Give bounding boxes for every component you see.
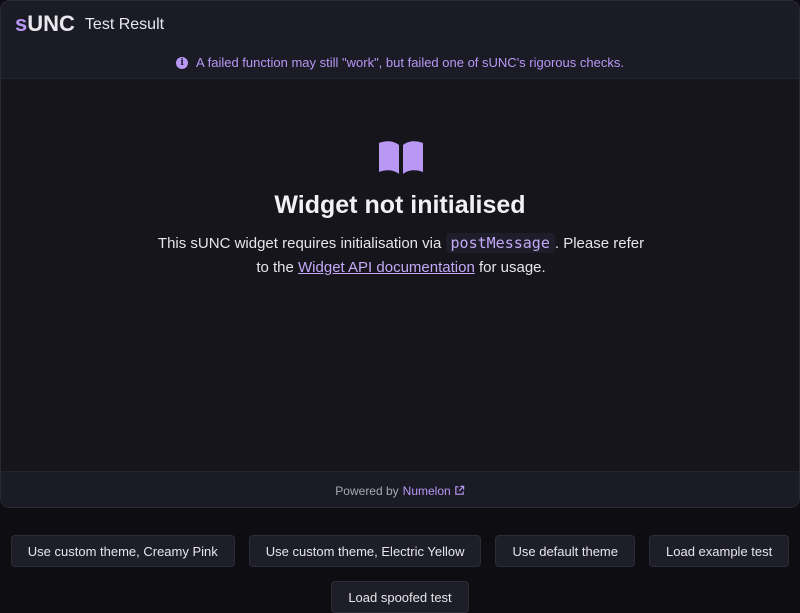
electric-yellow-theme-button[interactable]: Use custom theme, Electric Yellow [248, 535, 482, 567]
action-buttons: Use custom theme, Creamy Pink Use custom… [0, 535, 800, 613]
desc-before: This sUNC widget requires initialisation… [157, 235, 446, 252]
brand-logo: s UNC Test Result [15, 11, 164, 37]
notice-text: A failed function may still "work", but … [196, 55, 624, 70]
widget-api-docs-link[interactable]: Widget API documentation [298, 259, 475, 276]
powered-by-label: Powered by [335, 483, 399, 498]
brand-unc: UNC [27, 11, 75, 36]
main-description: This sUNC widget requires initialisation… [151, 231, 651, 280]
brand-s: s [15, 11, 28, 36]
test-result-widget: s UNC Test Result i A failed function may… [0, 0, 800, 508]
creamy-pink-theme-button[interactable]: Use custom theme, Creamy Pink [10, 535, 235, 567]
default-theme-button[interactable]: Use default theme [495, 535, 635, 567]
main-title: Widget not initialised [274, 191, 526, 219]
widget-header: s UNC Test Result [1, 1, 799, 47]
page-title: Test Result [84, 16, 165, 33]
load-spoofed-test-button[interactable]: Load spoofed test [331, 581, 469, 613]
load-example-test-button[interactable]: Load example test [649, 535, 790, 567]
post-message-code: postMessage [445, 233, 555, 253]
external-link-icon [454, 485, 464, 495]
info-icon: i [176, 56, 189, 69]
book-open-icon [379, 141, 423, 174]
desc-after: for usage. [474, 259, 546, 276]
main-content: Widget not initialised This sUNC widget … [1, 79, 799, 471]
numelon-link-label: Numelon [402, 483, 451, 498]
widget-footer: Powered by Numelon [1, 471, 799, 507]
info-notice: i A failed function may still "work", bu… [1, 47, 799, 79]
numelon-link[interactable]: Numelon [403, 484, 465, 498]
